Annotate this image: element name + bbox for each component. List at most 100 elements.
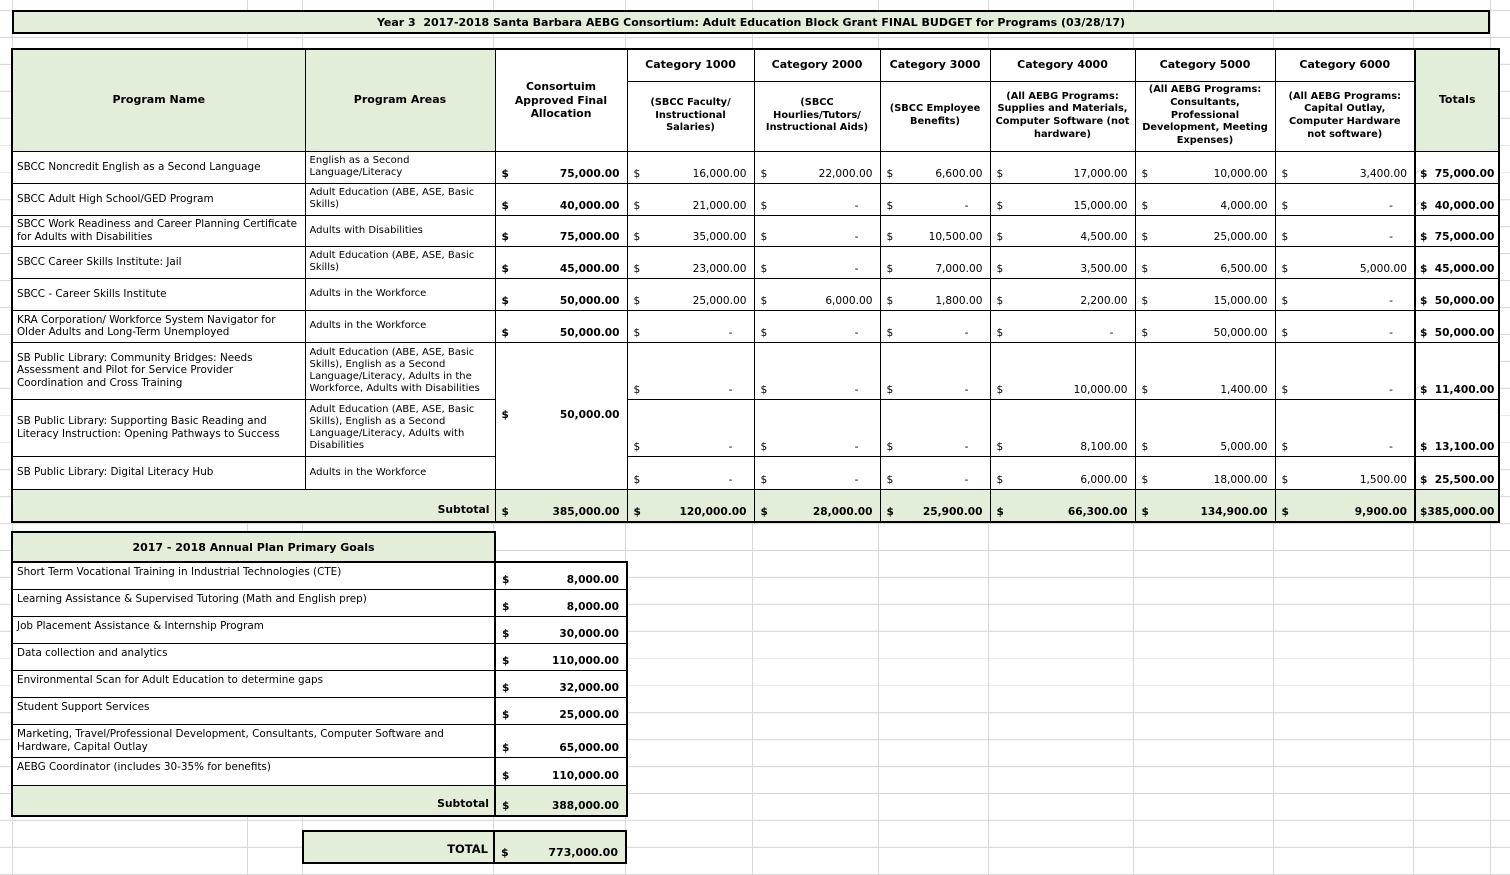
cell-program-name[interactable]: SB Public Library: Digital Literacy Hub — [12, 456, 305, 489]
cell-program-areas[interactable]: Adult Education (ABE, ASE, Basic Skills) — [305, 246, 495, 278]
cell-category-1000[interactable]: $23,000.00 — [627, 246, 754, 278]
header-category-4000-description[interactable]: (All AEBG Programs: Supplies and Materia… — [990, 81, 1135, 151]
goals-header[interactable]: 2017 - 2018 Annual Plan Primary Goals — [12, 532, 495, 562]
goals-subtotal-label[interactable]: Subtotal — [12, 785, 495, 816]
cell-total[interactable]: $50,000.00 — [1415, 278, 1499, 310]
cell-category-5000[interactable]: $5,000.00 — [1135, 399, 1275, 456]
cell-category-4000[interactable]: $8,100.00 — [990, 399, 1135, 456]
cell-category-1000[interactable]: $- — [627, 399, 754, 456]
header-totals[interactable]: Totals — [1415, 49, 1499, 151]
cell-program-areas[interactable]: Adults with Disabilities — [305, 215, 495, 246]
cell-category-5000[interactable]: $6,500.00 — [1135, 246, 1275, 278]
cell-category-2000[interactable]: $- — [754, 215, 880, 246]
cell-category-5000[interactable]: $15,000.00 — [1135, 278, 1275, 310]
cell-subtotal-category-3000[interactable]: $25,900.00 — [880, 489, 990, 522]
cell-goal-label[interactable]: Environmental Scan for Adult Education t… — [12, 670, 495, 697]
header-category-1000-description[interactable]: (SBCC Faculty/ Instructional Salaries) — [627, 81, 754, 151]
cell-subtotal-category-6000[interactable]: $9,900.00 — [1275, 489, 1415, 522]
cell-goal-amount[interactable]: $32,000.00 — [495, 670, 627, 697]
cell-goal-label[interactable]: Short Term Vocational Training in Indust… — [12, 562, 495, 589]
cell-category-1000[interactable]: $- — [627, 310, 754, 342]
cell-category-4000[interactable]: $- — [990, 310, 1135, 342]
cell-category-3000[interactable]: $- — [880, 456, 990, 489]
cell-category-4000[interactable]: $3,500.00 — [990, 246, 1135, 278]
cell-program-name[interactable]: SBCC Work Readiness and Career Planning … — [12, 215, 305, 246]
cell-category-5000[interactable]: $50,000.00 — [1135, 310, 1275, 342]
cell-category-6000[interactable]: $- — [1275, 183, 1415, 215]
cell-category-4000[interactable]: $2,200.00 — [990, 278, 1135, 310]
cell-subtotal-allocation[interactable]: $385,000.00 — [495, 489, 627, 522]
cell-category-6000[interactable]: $- — [1275, 310, 1415, 342]
cell-program-name[interactable]: SBCC Career Skills Institute: Jail — [12, 246, 305, 278]
cell-category-1000[interactable]: $21,000.00 — [627, 183, 754, 215]
cell-total[interactable]: $25,500.00 — [1415, 456, 1499, 489]
cell-total[interactable]: $11,400.00 — [1415, 342, 1499, 399]
cell-category-1000[interactable]: $- — [627, 456, 754, 489]
cell-category-2000[interactable]: $6,000.00 — [754, 278, 880, 310]
cell-subtotal-category-1000[interactable]: $120,000.00 — [627, 489, 754, 522]
cell-category-6000[interactable]: $- — [1275, 278, 1415, 310]
cell-goal-label[interactable]: Learning Assistance & Supervised Tutorin… — [12, 589, 495, 616]
cell-program-name[interactable]: SBCC - Career Skills Institute — [12, 278, 305, 310]
cell-program-areas[interactable]: Adult Education (ABE, ASE, Basic Skills)… — [305, 399, 495, 456]
cell-goal-amount[interactable]: $65,000.00 — [495, 724, 627, 757]
cell-category-5000[interactable]: $4,000.00 — [1135, 183, 1275, 215]
cell-category-1000[interactable]: $35,000.00 — [627, 215, 754, 246]
cell-category-5000[interactable]: $10,000.00 — [1135, 151, 1275, 183]
cell-category-3000[interactable]: $- — [880, 183, 990, 215]
header-category-1000[interactable]: Category 1000 — [627, 49, 754, 81]
header-program-areas[interactable]: Program Areas — [305, 49, 495, 151]
header-category-5000[interactable]: Category 5000 — [1135, 49, 1275, 81]
cell-category-1000[interactable]: $- — [627, 342, 754, 399]
cell-category-3000[interactable]: $- — [880, 342, 990, 399]
cell-category-6000[interactable]: $- — [1275, 399, 1415, 456]
cell-total[interactable]: $75,000.00 — [1415, 151, 1499, 183]
cell-category-5000[interactable]: $18,000.00 — [1135, 456, 1275, 489]
cell-category-2000[interactable]: $22,000.00 — [754, 151, 880, 183]
cell-allocation[interactable]: $75,000.00 — [495, 215, 627, 246]
subtotal-label[interactable]: Subtotal — [12, 489, 495, 522]
header-category-2000-description[interactable]: (SBCC Hourlies/Tutors/ Instructional Aid… — [754, 81, 880, 151]
cell-category-4000[interactable]: $10,000.00 — [990, 342, 1135, 399]
cell-category-5000[interactable]: $25,000.00 — [1135, 215, 1275, 246]
cell-goal-amount[interactable]: $110,000.00 — [495, 757, 627, 785]
header-allocation[interactable]: Consortuim Approved Final Allocation — [495, 49, 627, 151]
cell-goal-label[interactable]: Marketing, Travel/Professional Developme… — [12, 724, 495, 757]
cell-category-6000[interactable]: $- — [1275, 215, 1415, 246]
cell-category-4000[interactable]: $17,000.00 — [990, 151, 1135, 183]
cell-category-5000[interactable]: $1,400.00 — [1135, 342, 1275, 399]
cell-total[interactable]: $50,000.00 — [1415, 310, 1499, 342]
cell-category-2000[interactable]: $- — [754, 183, 880, 215]
header-category-3000[interactable]: Category 3000 — [880, 49, 990, 81]
cell-category-3000[interactable]: $- — [880, 399, 990, 456]
cell-program-areas[interactable]: Adult Education (ABE, ASE, Basic Skills)… — [305, 342, 495, 399]
cell-category-4000[interactable]: $6,000.00 — [990, 456, 1135, 489]
cell-subtotal-category-2000[interactable]: $28,000.00 — [754, 489, 880, 522]
cell-program-name[interactable]: KRA Corporation/ Workforce System Naviga… — [12, 310, 305, 342]
cell-category-3000[interactable]: $- — [880, 310, 990, 342]
cell-goal-amount[interactable]: $25,000.00 — [495, 697, 627, 724]
cell-program-name[interactable]: SB Public Library: Supporting Basic Read… — [12, 399, 305, 456]
header-category-6000-description[interactable]: (All AEBG Programs: Capital Outlay, Comp… — [1275, 81, 1415, 151]
cell-total[interactable]: $13,100.00 — [1415, 399, 1499, 456]
grand-total-label[interactable]: TOTAL — [303, 831, 494, 863]
cell-allocation[interactable]: $50,000.00 — [495, 278, 627, 310]
cell-category-6000[interactable]: $3,400.00 — [1275, 151, 1415, 183]
cell-category-1000[interactable]: $16,000.00 — [627, 151, 754, 183]
cell-goal-label[interactable]: AEBG Coordinator (includes 30-35% for be… — [12, 757, 495, 785]
cell-category-4000[interactable]: $15,000.00 — [990, 183, 1135, 215]
cell-category-3000[interactable]: $6,600.00 — [880, 151, 990, 183]
cell-category-4000[interactable]: $4,500.00 — [990, 215, 1135, 246]
cell-program-areas[interactable]: Adults in the Workforce — [305, 278, 495, 310]
header-category-3000-description[interactable]: (SBCC Employee Benefits) — [880, 81, 990, 151]
cell-category-3000[interactable]: $10,500.00 — [880, 215, 990, 246]
cell-category-2000[interactable]: $- — [754, 246, 880, 278]
cell-total[interactable]: $40,000.00 — [1415, 183, 1499, 215]
cell-program-name[interactable]: SBCC Noncredit English as a Second Langu… — [12, 151, 305, 183]
cell-program-areas[interactable]: Adults in the Workforce — [305, 310, 495, 342]
header-category-5000-description[interactable]: (All AEBG Programs: Consultants, Profess… — [1135, 81, 1275, 151]
cell-goal-amount[interactable]: $30,000.00 — [495, 616, 627, 643]
header-category-2000[interactable]: Category 2000 — [754, 49, 880, 81]
header-category-6000[interactable]: Category 6000 — [1275, 49, 1415, 81]
cell-goal-label[interactable]: Student Support Services — [12, 697, 495, 724]
